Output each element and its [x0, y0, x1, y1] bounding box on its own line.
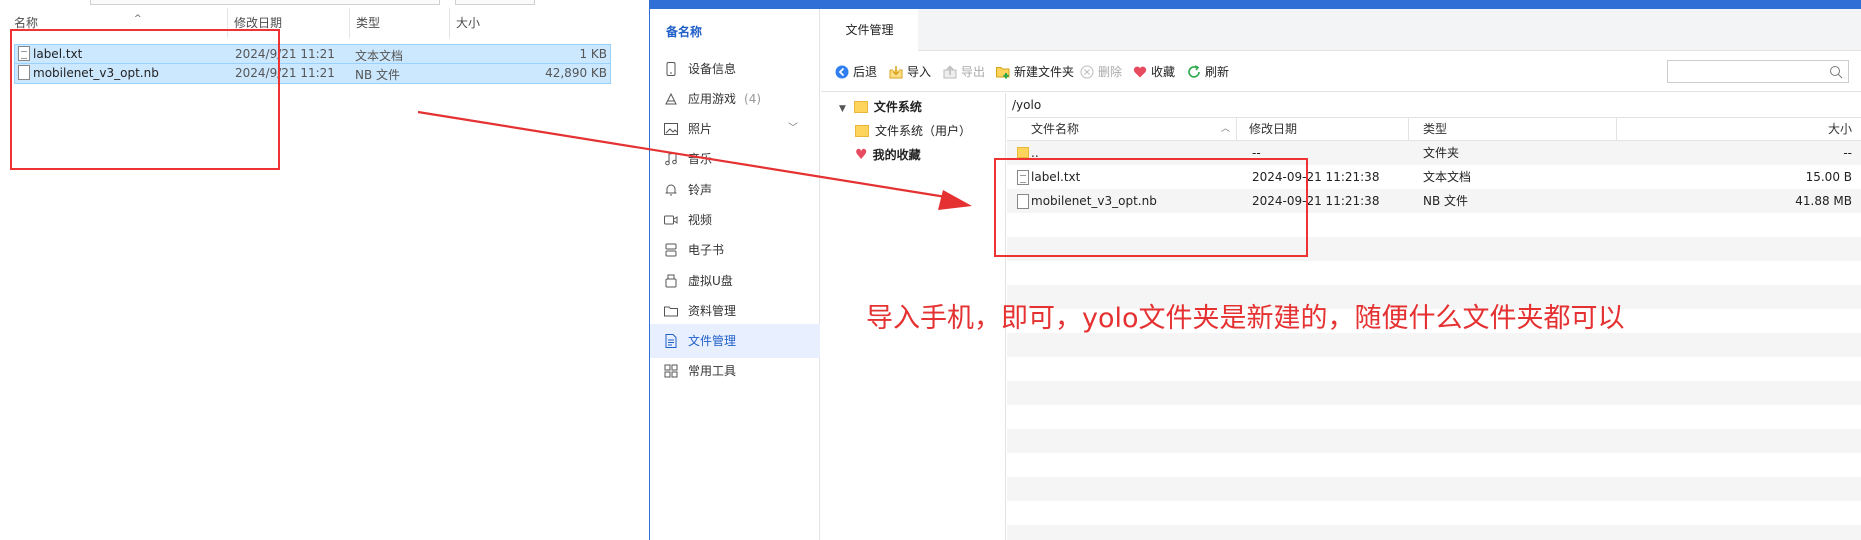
grid-icon — [664, 364, 678, 378]
folder-icon — [1017, 147, 1029, 158]
export-button[interactable]: 导出 — [943, 52, 985, 92]
folder-icon — [855, 125, 869, 137]
column-type[interactable]: 类型 — [350, 8, 450, 38]
document-icon — [665, 334, 677, 348]
sidebar-item-videos[interactable]: 视频 — [650, 203, 820, 237]
back-button[interactable]: 后退 — [835, 52, 877, 92]
heart-icon — [1133, 66, 1147, 78]
explorer-top-bar-right — [455, 0, 535, 5]
back-arrow-icon — [835, 65, 849, 79]
folder-icon — [664, 306, 678, 317]
book-icon — [665, 243, 677, 257]
tree-item-filesystem-user[interactable]: 文件系统（用户） — [855, 119, 971, 143]
app-count: (4) — [744, 92, 762, 106]
new-folder-button[interactable]: 新建文件夹 — [996, 52, 1074, 92]
column-type[interactable]: 类型 — [1409, 118, 1617, 140]
row-stripe — [1007, 333, 1861, 357]
sidebar-item-music[interactable]: 音乐 — [650, 142, 820, 176]
highlight-box-target — [994, 158, 1308, 257]
sidebar-item-file-management[interactable]: 文件管理 — [650, 324, 820, 358]
refresh-button[interactable]: 刷新 — [1187, 52, 1229, 92]
expand-arrow-icon[interactable]: ▼ — [839, 104, 846, 114]
sidebar-item-photos[interactable]: 照片 ﹀ — [650, 112, 820, 146]
phone-icon — [666, 62, 676, 76]
file-size: 1 KB — [579, 47, 607, 61]
row-stripe — [1007, 381, 1861, 405]
app-icon — [665, 92, 677, 105]
image-icon — [664, 123, 678, 135]
explorer-top-bar — [90, 0, 440, 5]
sidebar-item-device-info[interactable]: 设备信息 — [650, 52, 820, 86]
sort-ascending-icon: ︿ — [1220, 124, 1230, 134]
delete-icon — [1080, 65, 1094, 79]
tab-bar: 文件管理 — [821, 9, 1861, 52]
main-panel: 文件管理 后退 导入 导出 新建文件夹 删除 收藏 刷新 ▼ 文件系统 文件系统… — [821, 9, 1861, 540]
favorite-button[interactable]: 收藏 — [1133, 52, 1175, 92]
folder-icon — [853, 101, 868, 113]
tab-file-management[interactable]: 文件管理 — [821, 9, 918, 52]
sidebar-item-apps[interactable]: 应用游戏 (4) — [650, 82, 820, 116]
sidebar: 备名称 设备信息 应用游戏 (4) 照片 ﹀ 音乐 铃声 视频 电子书 虚拟U盘… — [650, 9, 820, 540]
sidebar-item-ebooks[interactable]: 电子书 — [650, 233, 820, 267]
tree-item-filesystem[interactable]: ▼ 文件系统 — [839, 95, 922, 119]
sidebar-item-virtual-usb[interactable]: 虚拟U盘 — [650, 264, 820, 298]
toolbar: 后退 导入 导出 新建文件夹 删除 收藏 刷新 — [821, 52, 1861, 92]
device-name: 备名称 — [666, 25, 703, 39]
row-stripe — [1007, 525, 1861, 540]
phone-manager-app: 备名称 设备信息 应用游戏 (4) 照片 ﹀ 音乐 铃声 视频 电子书 虚拟U盘… — [649, 0, 1861, 540]
export-icon — [943, 65, 957, 79]
import-icon — [889, 66, 903, 79]
new-folder-icon — [996, 67, 1010, 79]
sidebar-item-tools[interactable]: 常用工具 — [650, 354, 820, 388]
file-size: 42,890 KB — [545, 66, 607, 80]
refresh-icon — [1188, 65, 1200, 78]
import-button[interactable]: 导入 — [889, 52, 931, 92]
heart-icon: ♥ — [855, 147, 868, 163]
bell-icon — [665, 184, 677, 196]
annotation-text: 导入手机，即可，yolo文件夹是新建的，随便什么文件夹都可以 — [866, 303, 1625, 334]
search-icon[interactable] — [1828, 64, 1844, 80]
column-modified[interactable]: 修改日期 — [1237, 118, 1409, 140]
app-title-bar — [650, 0, 1861, 9]
row-stripe — [1007, 429, 1861, 453]
column-size[interactable]: 大小 — [450, 8, 515, 38]
usb-icon — [665, 274, 677, 288]
highlight-box-source — [10, 29, 280, 170]
column-file-name[interactable]: 文件名称 ︿ — [1007, 118, 1237, 140]
tree-item-favorites[interactable]: ♥ 我的收藏 — [855, 143, 921, 167]
video-icon — [664, 215, 678, 225]
file-list-header: 文件名称 ︿ 修改日期 类型 大小 — [1007, 117, 1861, 141]
column-size[interactable]: 大小 — [1617, 118, 1861, 140]
row-stripe — [1007, 477, 1861, 501]
delete-button[interactable]: 删除 — [1080, 52, 1122, 92]
path-bar[interactable]: /yolo — [1012, 93, 1041, 117]
chevron-down-icon[interactable]: ﹀ — [788, 112, 798, 146]
sidebar-item-ringtones[interactable]: 铃声 — [650, 173, 820, 207]
file-type: 文本文档 — [355, 49, 404, 63]
music-icon — [665, 152, 677, 166]
file-type: NB 文件 — [355, 68, 401, 82]
sidebar-item-data-management[interactable]: 资料管理 — [650, 294, 820, 328]
search-input[interactable] — [1667, 60, 1849, 83]
